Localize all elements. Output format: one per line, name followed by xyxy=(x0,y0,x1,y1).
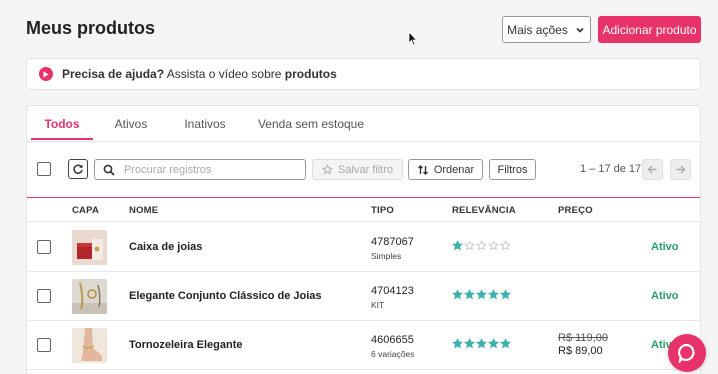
product-code: 4606655 xyxy=(371,334,414,346)
product-code: 4787067 xyxy=(371,236,414,248)
star-filled-icon[interactable] xyxy=(488,338,499,349)
star-filled-icon[interactable] xyxy=(500,338,511,349)
refresh-button[interactable] xyxy=(68,159,88,179)
help-bold-prefix: Precisa de ajuda? xyxy=(62,67,165,81)
toolbar: Salvar filtro Ordenar Filtros 1 – 17 de … xyxy=(27,142,700,198)
star-filled-icon[interactable] xyxy=(464,338,475,349)
arrow-right-icon xyxy=(676,165,686,174)
page-title: Meus produtos xyxy=(26,18,155,38)
help-link-products[interactable]: produtos xyxy=(285,67,337,81)
column-preco[interactable]: PREÇO xyxy=(558,205,593,216)
tab-todos[interactable]: Todos xyxy=(31,106,93,142)
star-empty-icon[interactable] xyxy=(500,240,511,251)
products-card: Todos Ativos Inativos Venda sem estoque … xyxy=(26,105,701,374)
play-icon xyxy=(39,67,53,81)
chat-button[interactable] xyxy=(668,334,706,372)
tab-bar: Todos Ativos Inativos Venda sem estoque xyxy=(27,106,700,142)
star-filled-icon[interactable] xyxy=(464,289,475,300)
next-page-button[interactable] xyxy=(670,159,691,180)
more-actions-button[interactable]: Mais ações xyxy=(502,16,591,43)
select-all-checkbox[interactable] xyxy=(37,162,51,176)
search-field[interactable] xyxy=(94,159,306,180)
search-input[interactable] xyxy=(124,163,294,176)
row-checkbox[interactable] xyxy=(37,289,51,303)
star-filled-icon[interactable] xyxy=(452,240,463,251)
more-actions-label: Mais ações xyxy=(507,22,568,37)
sort-button[interactable]: Ordenar xyxy=(408,159,483,180)
star-empty-icon[interactable] xyxy=(464,240,475,251)
price-original: R$ 119,00 xyxy=(558,332,608,344)
table-header: CAPA NOME TIPO RELEVÂNCIA PREÇO xyxy=(27,198,700,222)
star-filled-icon[interactable] xyxy=(500,289,511,300)
star-filled-icon[interactable] xyxy=(452,289,463,300)
product-thumbnail-jewelry-box[interactable] xyxy=(72,230,107,265)
star-empty-icon[interactable] xyxy=(476,240,487,251)
column-nome[interactable]: NOME xyxy=(129,205,158,216)
product-name[interactable]: Elegante Conjunto Clássico de Joias xyxy=(129,290,322,302)
sort-arrows-icon xyxy=(417,164,428,175)
table-row[interactable]: Tornozeleira Elegante 4606655 6 variaçõe… xyxy=(27,321,700,370)
star-filled-icon[interactable] xyxy=(452,338,463,349)
star-empty-icon[interactable] xyxy=(488,240,499,251)
row-checkbox[interactable] xyxy=(37,240,51,254)
table-row[interactable]: Elegante Conjunto Clássico de Joias 4704… xyxy=(27,272,700,321)
tab-venda-sem-estoque[interactable]: Venda sem estoque xyxy=(255,106,367,142)
page-header: Meus produtos Mais ações Adicionar produ… xyxy=(0,0,718,58)
row-checkbox[interactable] xyxy=(37,338,51,352)
filters-button[interactable]: Filtros xyxy=(489,159,536,180)
price-current: R$ 89,00 xyxy=(558,345,603,357)
product-type: KIT xyxy=(371,300,385,310)
star-filled-icon[interactable] xyxy=(488,289,499,300)
star-filled-icon[interactable] xyxy=(476,289,487,300)
chat-bubble-icon xyxy=(678,343,695,363)
column-tipo[interactable]: TIPO xyxy=(371,205,394,216)
save-filter-label: Salvar filtro xyxy=(337,163,394,176)
arrow-left-icon xyxy=(647,165,657,174)
help-banner[interactable]: Precisa de ajuda? Assista o vídeo sobre … xyxy=(26,58,701,90)
column-relevancia[interactable]: RELEVÂNCIA xyxy=(452,205,516,216)
star-filled-icon[interactable] xyxy=(476,338,487,349)
pagination-info: 1 – 17 de 17 xyxy=(580,163,642,175)
add-product-button[interactable]: Adicionar produto xyxy=(598,16,701,43)
relevance-rating[interactable] xyxy=(452,240,511,251)
chevron-down-icon xyxy=(576,27,584,33)
product-thumbnail-jewelry-set[interactable] xyxy=(72,279,107,314)
relevance-rating[interactable] xyxy=(452,289,511,300)
relevance-rating[interactable] xyxy=(452,338,511,349)
sort-label: Ordenar xyxy=(433,163,475,176)
star-outline-icon xyxy=(321,164,333,175)
column-capa: CAPA xyxy=(72,205,100,216)
table-row[interactable]: Caixa de joias 4787067 Simples Ativo xyxy=(27,223,700,272)
search-icon xyxy=(103,164,115,176)
previous-page-button[interactable] xyxy=(642,159,663,180)
product-type: Simples xyxy=(371,251,402,261)
product-name[interactable]: Caixa de joias xyxy=(129,241,202,253)
help-text: Precisa de ajuda? Assista o vídeo sobre … xyxy=(62,67,337,81)
product-code: 4704123 xyxy=(371,285,414,297)
status-badge[interactable]: Ativo xyxy=(651,290,679,302)
help-body: Assista o vídeo sobre xyxy=(164,67,285,81)
status-badge[interactable]: Ativo xyxy=(651,241,679,253)
product-name[interactable]: Tornozeleira Elegante xyxy=(129,339,243,351)
mouse-cursor-icon xyxy=(408,31,418,46)
active-tab-indicator xyxy=(31,138,93,140)
refresh-icon xyxy=(73,164,83,174)
save-filter-button[interactable]: Salvar filtro xyxy=(312,159,403,180)
tab-ativos[interactable]: Ativos xyxy=(103,106,159,142)
product-type: 6 variações xyxy=(371,349,415,359)
product-thumbnail-anklet[interactable] xyxy=(72,328,107,363)
tab-inativos[interactable]: Inativos xyxy=(175,106,235,142)
